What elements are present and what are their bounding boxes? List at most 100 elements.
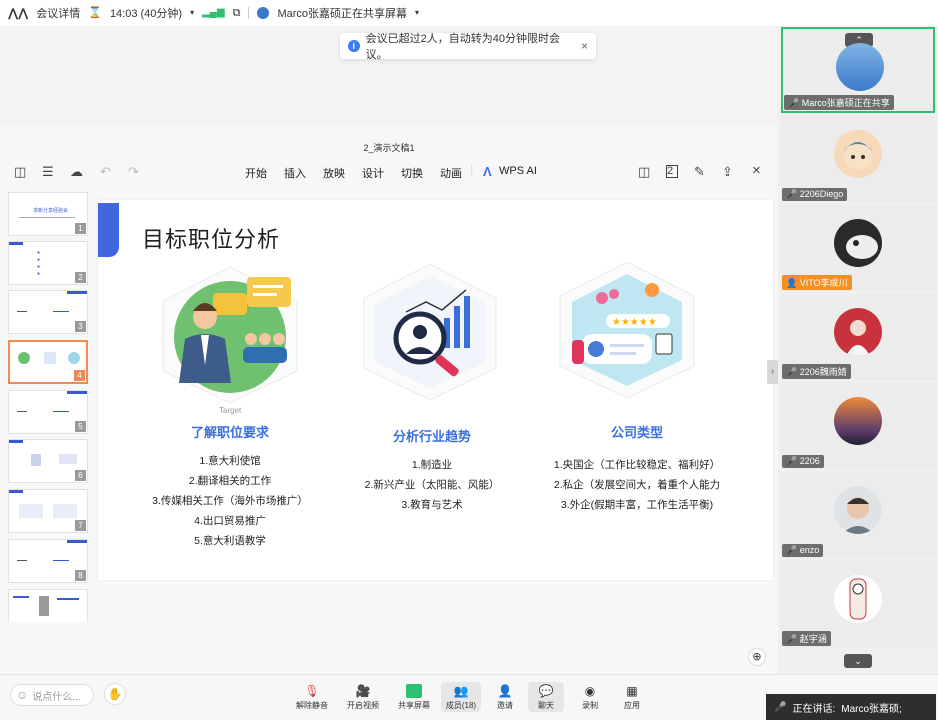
apps-icon: ▦ (626, 684, 638, 698)
button-label: 录制 (582, 701, 598, 710)
participant-tile[interactable]: 🎤 2206魏雨婧 (781, 294, 935, 380)
page-icon[interactable]: 2 (666, 165, 678, 178)
slide-title: 目标职位分析 (142, 227, 281, 252)
thumbnail-line (17, 411, 27, 412)
thumbnail-number: 5 (75, 421, 86, 432)
speaking-indicator: 🎤 正在讲话: Marco张嘉硕; (766, 694, 936, 720)
thumbnail-slide[interactable]: ● ● ● ● 2 (8, 241, 88, 285)
menu-start[interactable]: 开始 (245, 165, 267, 181)
thumbnail-accent (67, 391, 87, 394)
thumbnail-accent (9, 490, 23, 493)
thumbnail-accent (9, 440, 23, 443)
chevron-down-icon[interactable]: ▾ (415, 9, 419, 17)
slide-accent-bar (98, 203, 119, 257)
avatar (834, 308, 882, 356)
thumbnail-line (57, 598, 79, 600)
participant-tile[interactable]: 🎤 2206Diego (781, 116, 935, 202)
record-button[interactable]: ◉ 录制 (575, 684, 605, 711)
rating-illustration: ★★★★★ (559, 261, 695, 399)
close-icon[interactable]: × (752, 162, 761, 179)
button-label: 聊天 (538, 701, 554, 710)
participant-name: 🎤 2206Diego (782, 188, 848, 201)
thumbnail-figure (68, 352, 80, 364)
menu-icon[interactable]: ☰ (42, 164, 54, 180)
apps-button[interactable]: ▦ 应用 (617, 684, 647, 711)
redo-icon[interactable]: ↷ (128, 164, 139, 180)
share-screen-button[interactable]: 共享屏幕 (394, 684, 434, 711)
column-heading: 分析行业趋势 (392, 429, 471, 444)
thumbnail-figure (19, 504, 43, 518)
target-label: Target (219, 406, 242, 415)
thumbnail-line (53, 411, 69, 412)
participant-name: 🎤 2206 (782, 455, 824, 468)
list-item: 5.意大利语教学 (194, 535, 266, 547)
camera-off-icon: 🎥 (355, 684, 371, 698)
menu-design[interactable]: 设计 (362, 165, 384, 181)
meeting-logo-icon: ⋀⋀ (8, 6, 29, 20)
emoji-icon[interactable]: ☺ (16, 688, 28, 702)
external-link-icon[interactable]: ⧉ (233, 7, 241, 19)
thumbnail-slide[interactable] (8, 589, 88, 622)
thumbnail-slide[interactable]: 求新分享经验会 1 (8, 192, 88, 236)
thumbnail-slide[interactable]: 6 (8, 439, 88, 483)
chevron-down-icon[interactable]: ▾ (190, 9, 194, 17)
participant-tile[interactable]: 🎤 2206 (781, 383, 935, 469)
chat-button[interactable]: 💬 聊天 (528, 682, 564, 712)
members-button[interactable]: 👥 成员(18) (441, 682, 481, 712)
members-icon: 👥 (453, 684, 469, 698)
thumbnail-slide[interactable]: 5 (8, 390, 88, 434)
list-item: 2.私企（发展空间大，着重个人能力 (553, 479, 721, 491)
undo-icon[interactable]: ↶ (100, 164, 111, 180)
button-label: 开启视频 (347, 701, 379, 710)
avatar (834, 397, 882, 445)
participant-name-text: VITO李成川 (799, 278, 848, 288)
participant-tile[interactable]: 🎤 赵宇涵 (781, 561, 935, 647)
chat-input[interactable]: ☺ 说点什么... (10, 684, 94, 706)
expand-panel-icon[interactable]: › (767, 360, 778, 384)
sharer-status[interactable]: Marco张嘉硕正在共享屏幕 (277, 5, 407, 21)
invite-button[interactable]: 👤 邀请 (490, 684, 520, 711)
columns-icon[interactable]: ◫ (638, 164, 650, 180)
thumbnail-title: 求新分享经验会 (33, 208, 69, 214)
top-bar: ⋀⋀ 会议详情 ⌛ 14:03 (40分钟) ▾ ▂▄▆ ⧉ Marco张嘉硕正… (0, 0, 938, 26)
cloud-sync-icon[interactable]: ☁ (70, 164, 83, 180)
thumbnail-figure (53, 504, 77, 518)
button-label: 应用 (624, 701, 640, 710)
thumbnail-number: 6 (75, 470, 86, 481)
zoom-in-icon[interactable]: ⊕ (748, 648, 766, 666)
avatar (834, 219, 882, 267)
thumbnail-slide[interactable]: 7 (8, 489, 88, 533)
thumbnail-slide-active[interactable]: 4 (8, 340, 88, 384)
list-item: 4.出口贸易推广 (194, 515, 266, 527)
participant-name: 🎤 enzo (782, 544, 824, 557)
slide-thumbnails: 求新分享经验会 1 ● ● ● ● 2 3 4 5 6 7 8 (6, 190, 90, 622)
menu-animation[interactable]: 动画 (440, 165, 462, 181)
thumbnail-slide[interactable]: 8 (8, 539, 88, 583)
start-video-button[interactable]: 🎥 开启视频 (343, 684, 383, 711)
list-item: 3.外企(假期丰富，工作生活平衡) (560, 499, 714, 511)
menu-slideshow[interactable]: 放映 (323, 165, 345, 181)
participant-tile[interactable]: 🎤 enzo (781, 472, 935, 558)
close-icon[interactable]: × (581, 39, 588, 53)
thumbnail-slide[interactable]: 3 (8, 290, 88, 334)
menu-insert[interactable]: 插入 (284, 165, 306, 181)
meeting-time[interactable]: 14:03 (40分钟) (110, 5, 182, 21)
unmute-button[interactable]: 🎙 解除静音 (292, 684, 332, 711)
collapse-down-icon[interactable]: ⌄ (844, 654, 872, 668)
participant-name: 🎤 赵宇涵 (782, 631, 831, 646)
participant-tile-active[interactable]: ⌃ 🎤 Marco张嘉硕正在共享 (781, 27, 935, 113)
share-icon[interactable]: ⇪ (722, 164, 733, 180)
button-label: 邀请 (497, 701, 513, 710)
thumbnail-number: 2 (75, 272, 86, 283)
meeting-info-link[interactable]: 会议详情 (36, 5, 80, 21)
wps-ai-button[interactable]: WPS AI (499, 165, 537, 177)
pen-icon[interactable]: ✎ (694, 164, 705, 180)
raise-hand-icon[interactable]: ✋ (104, 683, 126, 705)
sidebar-toggle-icon[interactable]: ◫ (14, 164, 26, 180)
person-illustration (162, 266, 298, 404)
thumbnail-line (53, 311, 69, 312)
list-item: 2.翻译相关的工作 (188, 475, 272, 487)
divider (248, 7, 250, 19)
participant-tile[interactable]: 👤 VITO李成川 (781, 205, 935, 291)
menu-transition[interactable]: 切换 (401, 165, 423, 181)
